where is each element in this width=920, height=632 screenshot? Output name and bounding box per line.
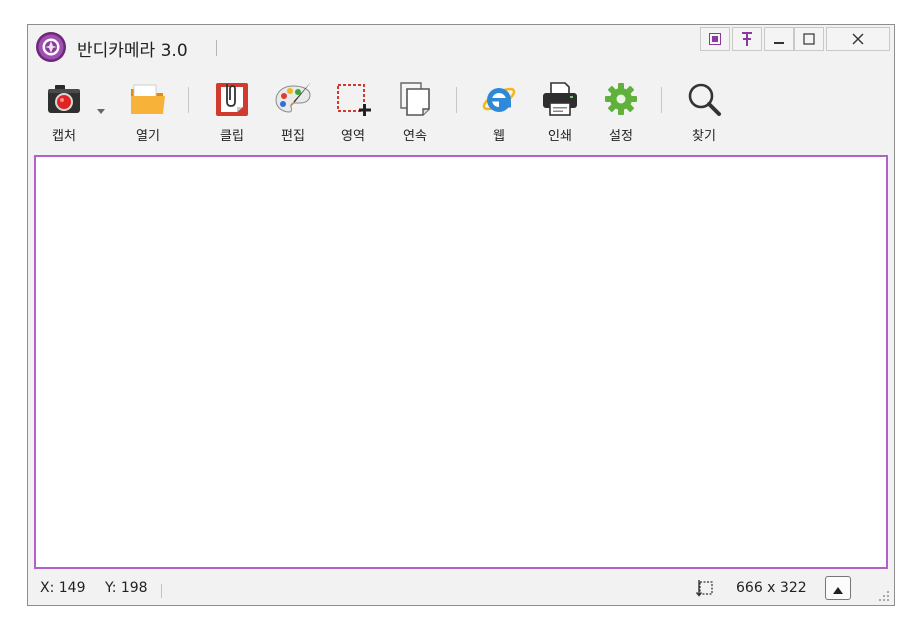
bandicam-logo-icon[interactable] [35, 31, 67, 63]
continuous-button[interactable]: 연속 [387, 79, 443, 149]
toolbar-separator [456, 87, 457, 113]
toolbar-label-edit: 편집 [281, 129, 305, 144]
open-button[interactable]: 열기 [120, 79, 176, 149]
capture-dropdown-arrow-icon[interactable] [97, 99, 105, 118]
toolbar: 캡처 열기 클립 편집 영역 연속 웹 인쇄 설정 찾기 [28, 73, 894, 151]
status-bar: X: 149 Y: 198 666 x 322 [28, 573, 894, 605]
palette-icon [273, 79, 313, 119]
internet-explorer-icon [479, 79, 519, 119]
toolbar-label-web: 웹 [493, 129, 505, 144]
maximize-button[interactable] [794, 27, 824, 51]
region-button[interactable]: 영역 [325, 79, 381, 149]
maximize-icon [803, 33, 815, 45]
capture-button[interactable]: 캡처 [36, 79, 92, 149]
title-bar[interactable]: 반디카메라 3.0 [28, 25, 894, 69]
region-select-icon [333, 79, 373, 119]
print-button[interactable]: 인쇄 [532, 79, 588, 149]
toolbar-label-continuous: 연속 [403, 129, 427, 144]
toolbar-label-open: 열기 [136, 129, 160, 144]
title-divider [216, 40, 217, 56]
close-button[interactable] [826, 27, 890, 51]
capture-size-readout: 666 x 322 [736, 580, 807, 596]
resize-selection-icon[interactable] [695, 578, 715, 598]
toolbar-label-region: 영역 [341, 129, 365, 144]
toolbar-label-capture: 캡처 [52, 129, 76, 144]
toolbar-separator [661, 87, 662, 113]
toolbar-label-clip: 클립 [220, 129, 244, 144]
toolbar-separator [188, 87, 189, 113]
status-divider [161, 584, 162, 598]
capture-preview-area[interactable] [34, 155, 888, 569]
minimize-button[interactable] [764, 27, 794, 51]
pin-button[interactable] [732, 27, 762, 51]
compact-mode-icon [709, 33, 721, 45]
app-window: 반디카메라 3.0 캡처 열기 클립 편집 영역 연속 웹 인쇄 설정 찾기 X… [27, 24, 895, 606]
settings-button[interactable]: 설정 [593, 79, 649, 149]
gear-icon [601, 79, 641, 119]
triangle-up-icon [833, 579, 843, 598]
window-title: 반디카메라 3.0 [77, 41, 188, 61]
cursor-y-readout: Y: 198 [105, 580, 148, 596]
camera-icon [44, 79, 84, 119]
clip-button[interactable]: 클립 [204, 79, 260, 149]
toolbar-label-print: 인쇄 [548, 129, 572, 144]
toolbar-label-settings: 설정 [609, 129, 633, 144]
compact-mode-button[interactable] [700, 27, 730, 51]
cursor-x-readout: X: 149 [40, 580, 86, 596]
close-icon [852, 33, 864, 45]
pin-icon [741, 32, 753, 46]
clip-icon [212, 79, 252, 119]
folder-icon [128, 79, 168, 119]
minimize-icon [773, 33, 785, 45]
find-button[interactable]: 찾기 [676, 79, 732, 149]
printer-icon [540, 79, 580, 119]
resize-grip-icon[interactable] [876, 587, 890, 601]
expand-up-button[interactable] [825, 576, 851, 600]
magnifier-icon [684, 79, 724, 119]
toolbar-label-find: 찾기 [692, 129, 716, 144]
web-button[interactable]: 웹 [471, 79, 527, 149]
edit-button[interactable]: 편집 [265, 79, 321, 149]
continuous-pages-icon [395, 79, 435, 119]
